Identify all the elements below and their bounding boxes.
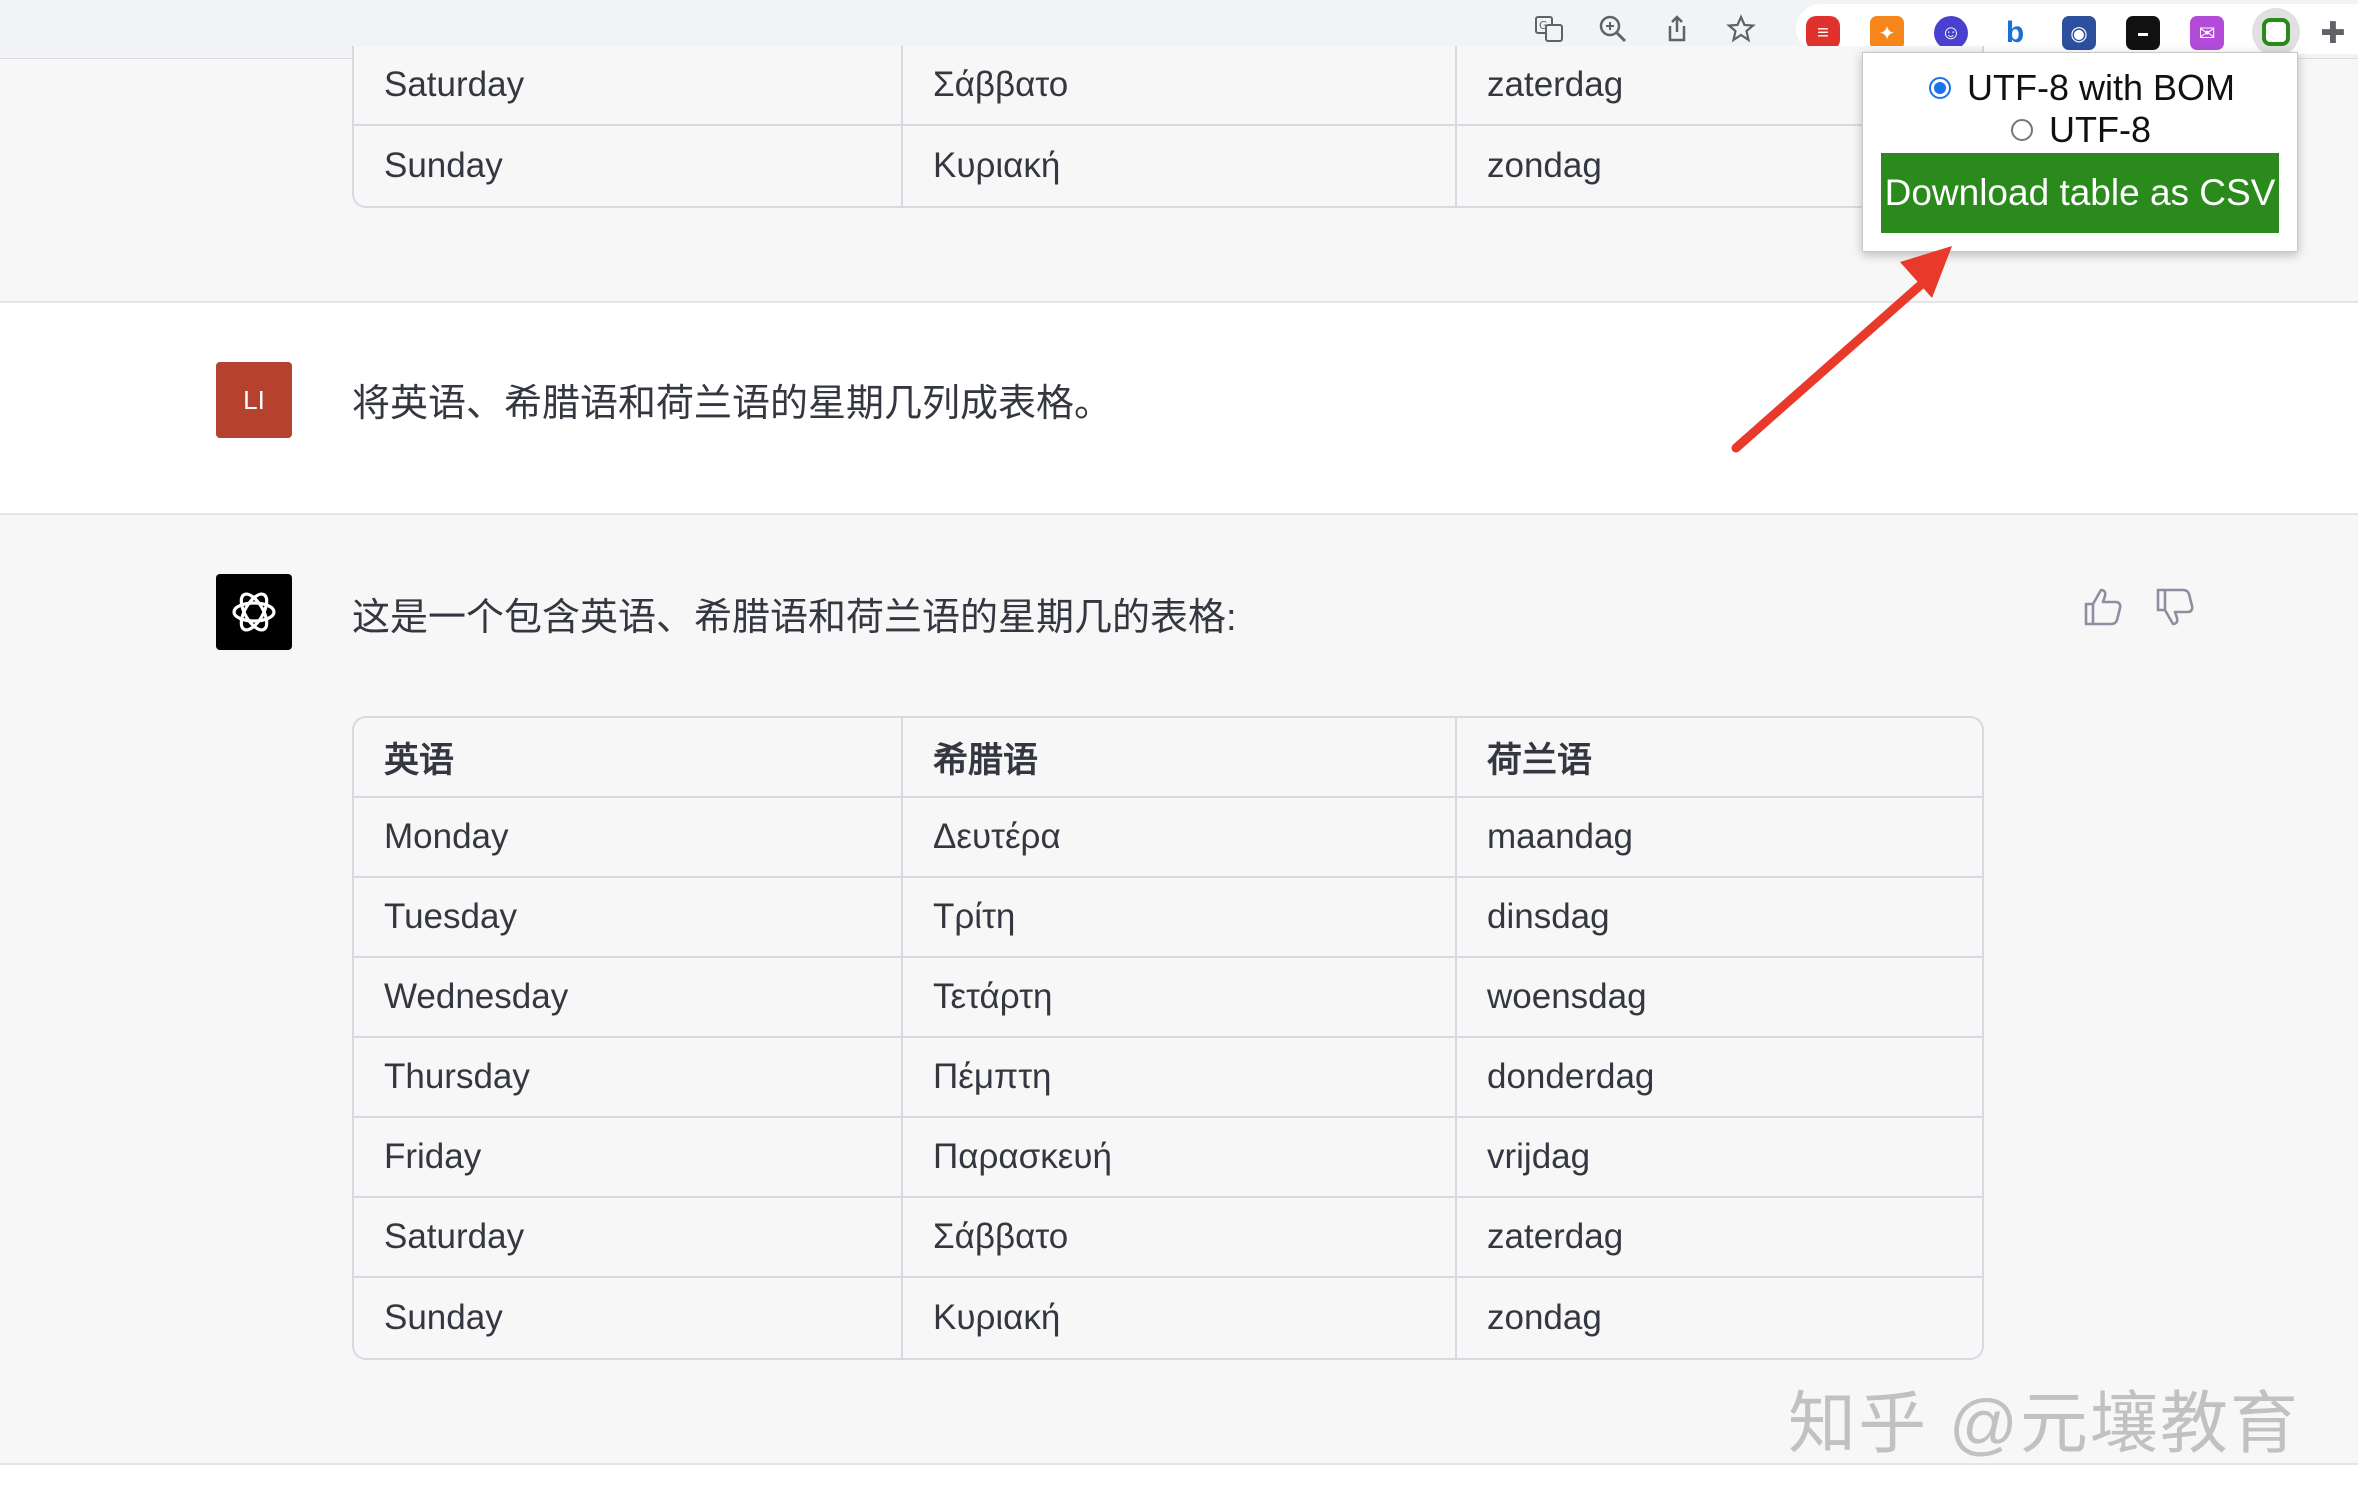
annotation-arrow [1731, 246, 1952, 453]
